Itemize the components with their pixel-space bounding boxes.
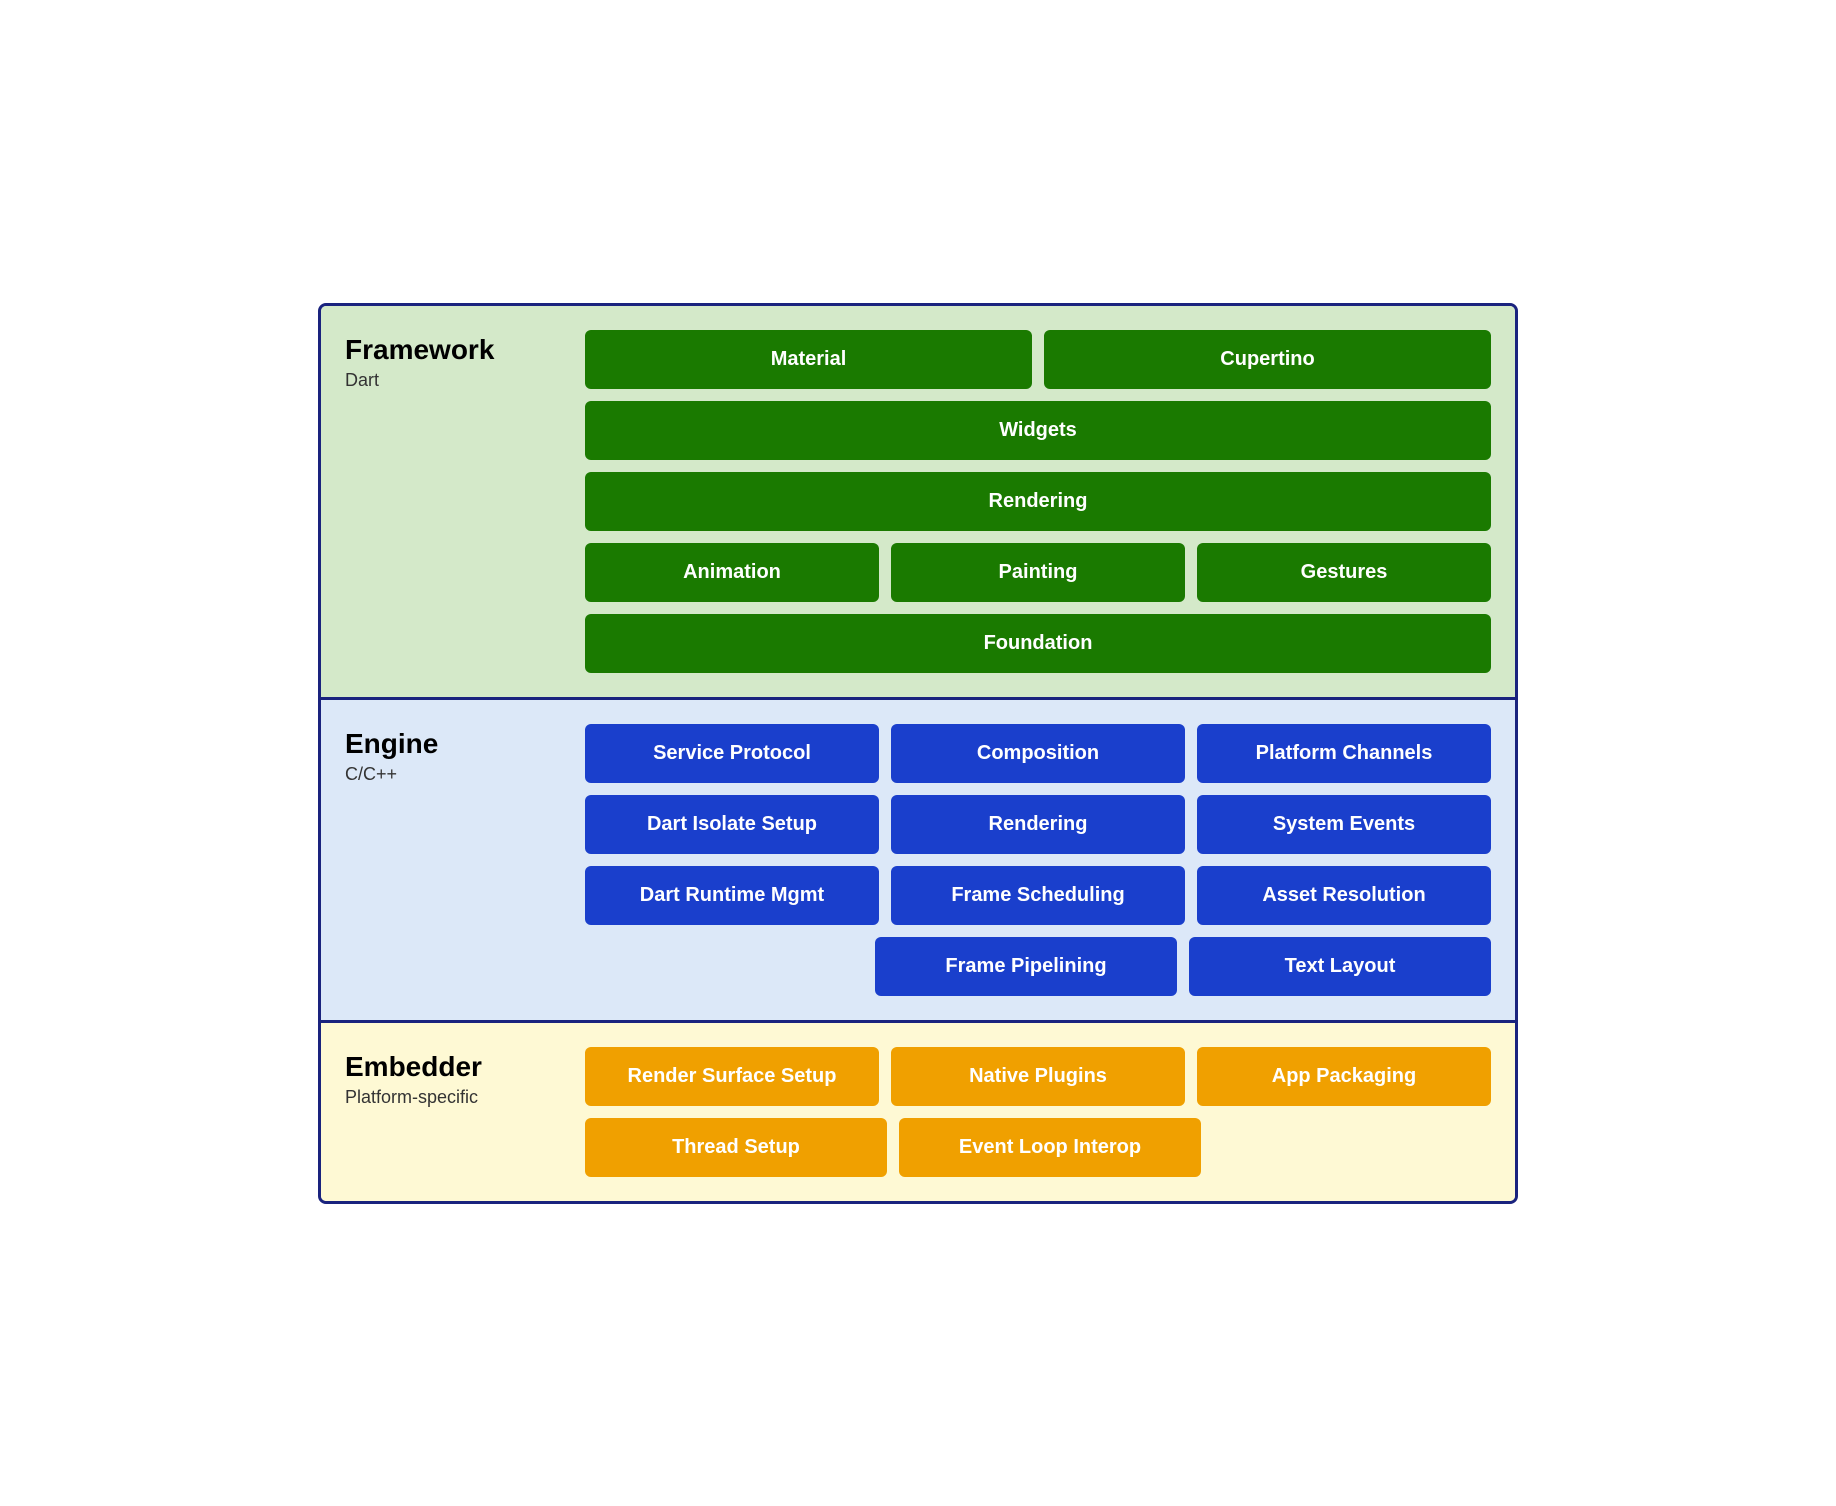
service-protocol-btn: Service Protocol (585, 724, 879, 783)
app-packaging-btn: App Packaging (1197, 1047, 1491, 1106)
embedder-title: Embedder (345, 1051, 565, 1083)
frame-pipelining-btn: Frame Pipelining (875, 937, 1177, 996)
framework-layer: Framework Dart Material Cupertino Widget… (321, 306, 1515, 700)
rendering-btn: Rendering (585, 472, 1491, 531)
widgets-btn: Widgets (585, 401, 1491, 460)
render-surface-setup-btn: Render Surface Setup (585, 1047, 879, 1106)
gestures-btn: Gestures (1197, 543, 1491, 602)
embedder-row-2: Thread Setup Event Loop Interop (585, 1118, 1491, 1177)
frame-scheduling-btn: Frame Scheduling (891, 866, 1185, 925)
framework-row-5: Foundation (585, 614, 1491, 673)
platform-channels-btn: Platform Channels (1197, 724, 1491, 783)
dart-runtime-mgmt-btn: Dart Runtime Mgmt (585, 866, 879, 925)
engine-row-2: Dart Isolate Setup Rendering System Even… (585, 795, 1491, 854)
engine-rendering-btn: Rendering (891, 795, 1185, 854)
framework-content: Material Cupertino Widgets Rendering Ani… (585, 330, 1491, 673)
engine-layer: Engine C/C++ Service Protocol Compositio… (321, 700, 1515, 1023)
framework-row-4: Animation Painting Gestures (585, 543, 1491, 602)
framework-row-3: Rendering (585, 472, 1491, 531)
engine-row-4: Frame Pipelining Text Layout (585, 937, 1491, 996)
engine-title: Engine (345, 728, 565, 760)
framework-label: Framework Dart (345, 330, 565, 673)
system-events-btn: System Events (1197, 795, 1491, 854)
text-layout-btn: Text Layout (1189, 937, 1491, 996)
native-plugins-btn: Native Plugins (891, 1047, 1185, 1106)
embedder-content: Render Surface Setup Native Plugins App … (585, 1047, 1491, 1177)
painting-btn: Painting (891, 543, 1185, 602)
engine-label: Engine C/C++ (345, 724, 565, 996)
embedder-label: Embedder Platform-specific (345, 1047, 565, 1177)
framework-title: Framework (345, 334, 565, 366)
embedder-row-1: Render Surface Setup Native Plugins App … (585, 1047, 1491, 1106)
animation-btn: Animation (585, 543, 879, 602)
asset-resolution-btn: Asset Resolution (1197, 866, 1491, 925)
embedder-subtitle: Platform-specific (345, 1087, 565, 1108)
framework-row-2: Widgets (585, 401, 1491, 460)
thread-setup-btn: Thread Setup (585, 1118, 887, 1177)
event-loop-interop-btn: Event Loop Interop (899, 1118, 1201, 1177)
flutter-architecture-diagram: Framework Dart Material Cupertino Widget… (318, 303, 1518, 1204)
engine-content: Service Protocol Composition Platform Ch… (585, 724, 1491, 996)
dart-isolate-setup-btn: Dart Isolate Setup (585, 795, 879, 854)
cupertino-btn: Cupertino (1044, 330, 1491, 389)
framework-subtitle: Dart (345, 370, 565, 391)
embedder-layer: Embedder Platform-specific Render Surfac… (321, 1023, 1515, 1201)
engine-row-1: Service Protocol Composition Platform Ch… (585, 724, 1491, 783)
framework-row-1: Material Cupertino (585, 330, 1491, 389)
material-btn: Material (585, 330, 1032, 389)
composition-btn: Composition (891, 724, 1185, 783)
engine-subtitle: C/C++ (345, 764, 565, 785)
foundation-btn: Foundation (585, 614, 1491, 673)
engine-row-3: Dart Runtime Mgmt Frame Scheduling Asset… (585, 866, 1491, 925)
